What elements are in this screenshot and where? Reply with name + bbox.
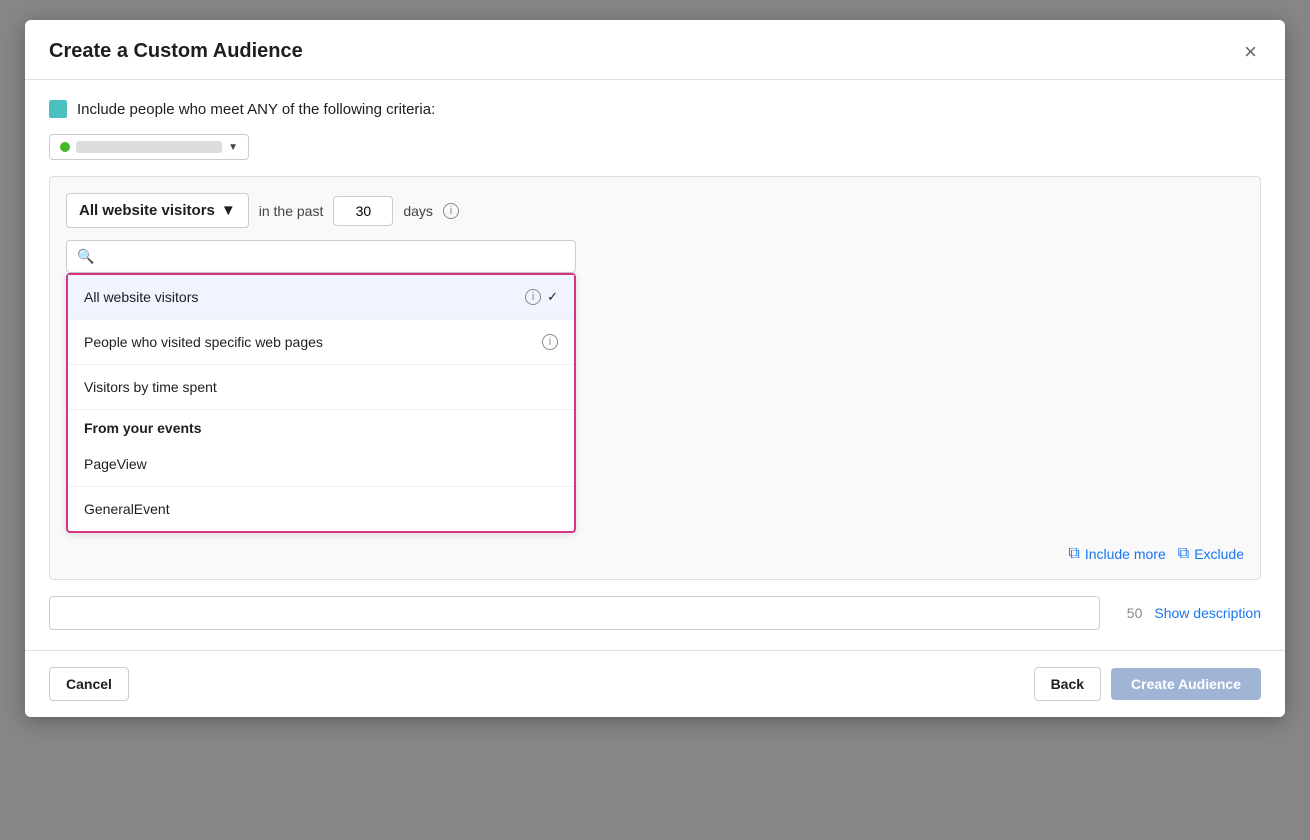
visitor-type-label: All website visitors <box>79 202 215 219</box>
show-description-button[interactable]: Show description <box>1154 605 1261 621</box>
search-box: 🔍 <box>66 240 576 273</box>
footer-right: Back Create Audience <box>1034 667 1261 701</box>
dropdown-item-specific-pages[interactable]: People who visited specific web pages i <box>68 320 574 365</box>
dropdown-item-generalevent[interactable]: GeneralEvent <box>68 487 574 531</box>
dropdown-item-right: i ✓ <box>525 289 558 305</box>
create-custom-audience-modal: Create a Custom Audience × Include peopl… <box>25 20 1285 717</box>
criteria-row: Include people who meet ANY of the follo… <box>49 100 1261 118</box>
include-more-icon: ⧉ <box>1068 545 1079 563</box>
item-info-icon[interactable]: i <box>525 289 541 305</box>
criteria-label: Include people who meet ANY of the follo… <box>77 101 435 118</box>
pixel-select-row: ▼ <box>49 134 1261 160</box>
green-dot-icon <box>60 142 70 152</box>
visitor-dropdown-arrow-icon: ▼ <box>221 202 236 219</box>
check-mark-icon: ✓ <box>547 289 558 305</box>
visitor-type-dropdown[interactable]: All website visitors ▼ <box>66 193 249 228</box>
dropdown-item-label: PageView <box>84 456 147 472</box>
audience-name-input[interactable] <box>49 596 1100 630</box>
cancel-button[interactable]: Cancel <box>49 667 129 701</box>
rule-actions: ⧉ Include more ⧉ Exclude <box>66 545 1244 563</box>
rule-wrapper: All website visitors ▼ in the past days … <box>49 176 1261 580</box>
exclude-label: Exclude <box>1194 546 1244 562</box>
close-button[interactable]: × <box>1240 41 1261 63</box>
search-icon: 🔍 <box>77 248 94 265</box>
search-and-dropdown: 🔍 All website visitors i ✓ <box>66 240 1244 533</box>
exclude-icon: ⧉ <box>1178 545 1189 563</box>
create-audience-button[interactable]: Create Audience <box>1111 668 1261 700</box>
dropdown-item-right: i <box>542 334 558 350</box>
modal-title: Create a Custom Audience <box>49 40 303 63</box>
days-input[interactable] <box>333 196 393 226</box>
dropdown-item-label: People who visited specific web pages <box>84 334 323 350</box>
visitor-type-dropdown-list: All website visitors i ✓ People who visi… <box>66 273 576 533</box>
audience-name-row: 50 Show description <box>49 596 1261 630</box>
rule-container: All website visitors ▼ in the past days … <box>49 176 1261 580</box>
modal-body: Include people who meet ANY of the follo… <box>25 80 1285 650</box>
days-label: days <box>403 203 433 219</box>
exclude-button[interactable]: ⧉ Exclude <box>1178 545 1244 563</box>
pixel-text-placeholder <box>76 141 222 153</box>
pixel-dropdown-arrow-icon: ▼ <box>228 142 238 153</box>
days-info-icon[interactable]: i <box>443 203 459 219</box>
rule-top-row: All website visitors ▼ in the past days … <box>66 193 1244 228</box>
pixel-dropdown[interactable]: ▼ <box>49 134 249 160</box>
modal-footer: Cancel Back Create Audience <box>25 650 1285 717</box>
dropdown-item-label: GeneralEvent <box>84 501 170 517</box>
events-section-header: From your events <box>68 410 574 442</box>
dropdown-item-all-visitors[interactable]: All website visitors i ✓ <box>68 275 574 320</box>
dropdown-item-label: Visitors by time spent <box>84 379 217 395</box>
include-more-button[interactable]: ⧉ Include more <box>1068 545 1165 563</box>
in-the-past-label: in the past <box>259 203 324 219</box>
back-button[interactable]: Back <box>1034 667 1101 701</box>
dropdown-item-label: All website visitors <box>84 289 198 305</box>
modal-header: Create a Custom Audience × <box>25 20 1285 80</box>
search-input[interactable] <box>100 249 565 265</box>
char-count: 50 <box>1112 605 1142 621</box>
include-more-label: Include more <box>1085 546 1166 562</box>
dropdown-item-pageview[interactable]: PageView <box>68 442 574 487</box>
dropdown-item-time-spent[interactable]: Visitors by time spent <box>68 365 574 410</box>
teal-checkbox[interactable] <box>49 100 67 118</box>
item-info-icon[interactable]: i <box>542 334 558 350</box>
